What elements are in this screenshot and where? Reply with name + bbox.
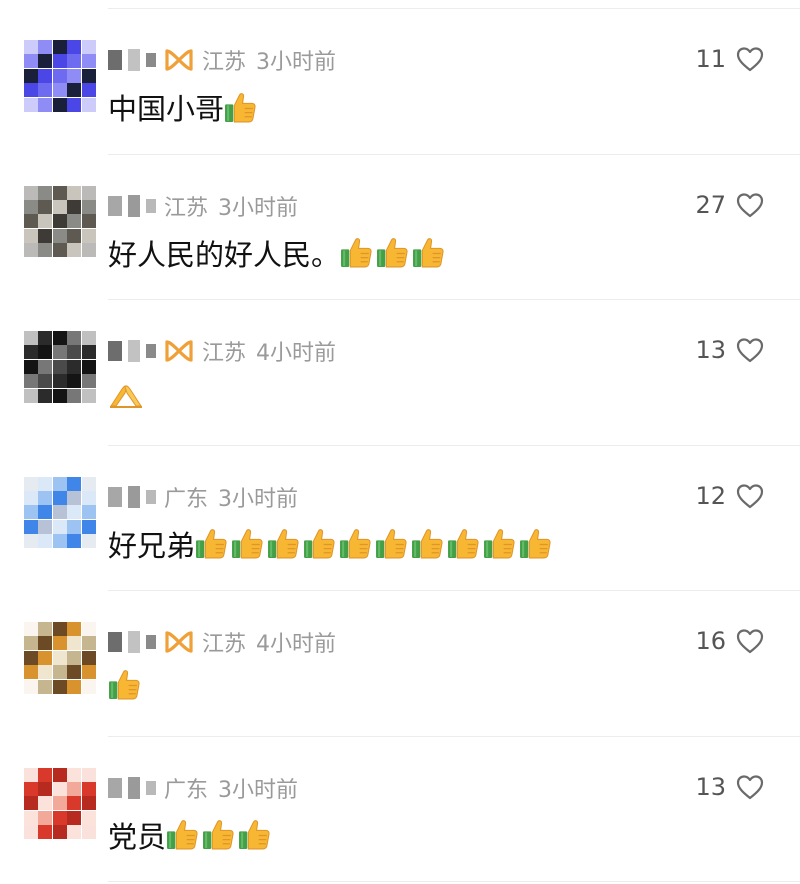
emoji-row [195,527,555,560]
like-count: 16 [695,627,726,655]
emoji-row [224,91,260,124]
comment-text: 党员 [108,819,167,854]
comment-item[interactable]: 江苏 3小时前好人民的好人民。 27 [0,154,800,300]
thumbs-up-icon [519,527,552,560]
like-count: 11 [695,45,726,73]
comment-item[interactable]: 广东 3小时前 好兄弟 12 [0,445,800,591]
fan-badge-icon [164,630,194,654]
username-redacted[interactable] [108,194,156,217]
comment-meta: 江苏 4小时前 [108,627,336,657]
comment-time: 4小时前 [256,632,337,657]
comment-location: 广东 [164,486,209,512]
thumbs-up-icon [375,527,408,560]
comment-body [108,377,147,409]
emoji-row [166,818,274,851]
thumbs-up-icon [483,527,516,560]
comment-time: 3小时前 [218,486,299,512]
comment-item[interactable]: 江苏 4小时前 13 [0,299,800,445]
like-count: 13 [695,336,726,364]
heart-icon[interactable] [736,192,764,218]
comment-time: 3小时前 [256,50,337,75]
thumbs-up-icon [340,236,373,269]
avatar[interactable] [24,767,96,840]
like-count: 27 [695,190,726,219]
like-button[interactable]: 27 [695,191,764,219]
comment-location: 江苏 [202,341,247,366]
comment-meta: 广东 3小时前 [108,482,298,512]
thumbs-up-icon [267,527,300,560]
comment-location: 江苏 [164,195,209,221]
fan-badge-icon [164,339,194,363]
thumbs-up-icon [339,527,372,560]
like-button[interactable]: 13 [695,336,764,364]
avatar[interactable] [24,40,96,112]
thumbs-up-icon [447,527,480,560]
thumbs-up-icon [411,527,444,560]
comment-time: 4小时前 [256,341,337,366]
thumbs-up-icon [166,818,199,851]
like-button[interactable]: 13 [695,773,764,801]
emoji-row [340,236,448,269]
like-count: 13 [695,772,726,801]
comment-item[interactable]: 广东 3小时前党员 13 [0,736,800,882]
heart-icon[interactable] [736,337,764,363]
like-button[interactable]: 11 [695,45,764,73]
comment-text: 好兄弟 [108,528,196,563]
username-redacted[interactable] [108,340,156,362]
comment-body: 好人民的好人民。 [108,232,448,274]
heart-icon[interactable] [736,774,764,800]
thumbs-up-icon [202,818,235,851]
comment-meta: 江苏 3小时前 [108,45,336,75]
heart-icon[interactable] [736,46,764,72]
like-button[interactable]: 12 [695,482,764,510]
like-button[interactable]: 16 [695,627,764,655]
comment-text: 中国小哥 [108,92,225,126]
comment-body: 好兄弟 [108,523,555,565]
folded-hands-icon [108,377,144,409]
thumbs-up-icon [412,236,445,269]
avatar[interactable] [24,622,96,694]
thumbs-up-icon [231,527,264,560]
comment-body: 中国小哥 [108,86,260,128]
comment-text: 好人民的好人民。 [108,237,341,272]
heart-icon[interactable] [736,628,764,654]
comment-body [108,668,144,701]
comment-item[interactable]: 江苏 3小时前中国小哥 11 [0,8,800,154]
username-redacted[interactable] [108,776,156,799]
comment-meta: 广东 3小时前 [108,773,298,803]
thumbs-up-icon [238,818,271,851]
avatar[interactable] [24,331,96,403]
comment-body: 党员 [108,814,274,856]
username-redacted[interactable] [108,49,156,71]
heart-icon[interactable] [736,483,764,509]
username-redacted[interactable] [108,485,156,508]
comment-item[interactable]: 江苏 4小时前 16 [0,590,800,736]
fan-badge-icon [164,48,194,72]
like-count: 12 [695,481,726,510]
thumbs-up-icon [195,527,228,560]
thumbs-up-icon [303,527,336,560]
thumbs-up-icon [224,91,257,124]
comment-location: 江苏 [202,50,247,75]
avatar[interactable] [24,476,96,549]
comment-meta: 江苏 4小时前 [108,336,336,366]
comment-divider [108,881,800,882]
comment-location: 广东 [164,777,209,803]
thumbs-up-icon [376,236,409,269]
thumbs-up-icon [108,668,141,701]
comment-time: 3小时前 [218,195,299,221]
emoji-row [108,668,144,701]
comment-location: 江苏 [202,632,247,657]
avatar[interactable] [24,185,96,258]
username-redacted[interactable] [108,631,156,653]
comment-time: 3小时前 [218,777,299,803]
comment-meta: 江苏 3小时前 [108,191,298,221]
emoji-row [108,377,147,409]
